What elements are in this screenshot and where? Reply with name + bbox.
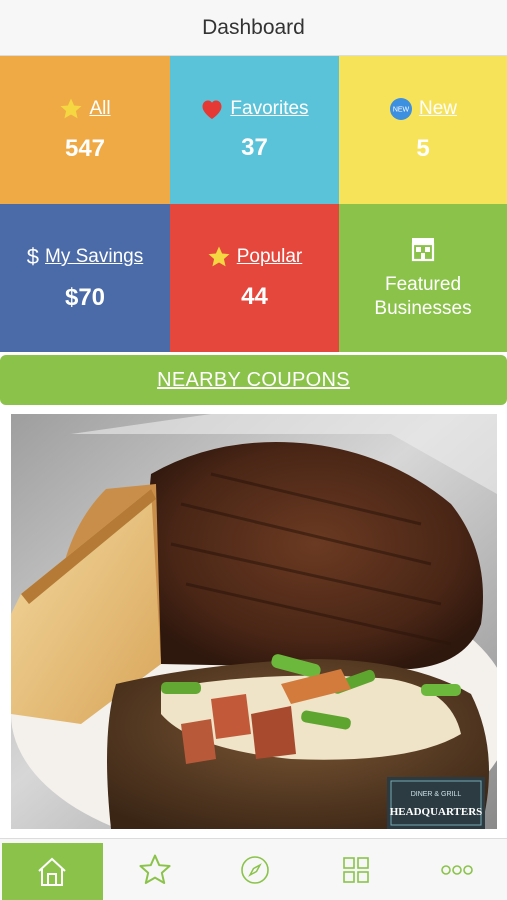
compass-icon	[241, 855, 270, 884]
tile-favorites[interactable]: Favorites 37	[170, 56, 339, 204]
tab-more[interactable]	[406, 839, 507, 900]
tab-explore[interactable]	[205, 839, 306, 900]
featured-food-photo[interactable]: DINER & GRILL HEADQUARTERS	[11, 414, 497, 829]
tile-popular-label[interactable]: Popular	[237, 246, 303, 268]
tile-my-savings-label[interactable]: My Savings	[45, 246, 143, 268]
tile-all-label[interactable]: All	[89, 98, 110, 120]
svg-text:NEW: NEW	[393, 107, 410, 114]
more-dots-icon	[440, 864, 473, 875]
header-bar: Dashboard	[0, 0, 507, 56]
star-outline-icon	[139, 854, 171, 884]
tile-my-savings[interactable]: $ My Savings $70	[0, 204, 170, 352]
restaurant-logo: DINER & GRILL HEADQUARTERS	[387, 777, 485, 829]
tile-popular[interactable]: Popular 44	[170, 204, 339, 352]
nearby-coupons-label: NEARBY COUPONS	[157, 368, 350, 391]
star-icon	[208, 246, 230, 267]
tile-popular-count: 44	[241, 283, 268, 310]
tile-featured-label-line1: Featured	[384, 274, 462, 295]
tile-new-label[interactable]: New	[419, 98, 457, 120]
star-icon	[60, 98, 82, 119]
tile-all-count: 547	[64, 135, 106, 162]
tab-categories[interactable]	[306, 839, 407, 900]
tile-new[interactable]: NEW New 5	[339, 56, 507, 204]
heart-icon	[202, 100, 222, 119]
grid-icon	[343, 856, 369, 883]
tile-favorites-count: 37	[241, 134, 268, 161]
storefront-icon	[411, 238, 435, 262]
bottom-tab-bar	[0, 838, 507, 900]
tab-favorites[interactable]	[105, 839, 206, 900]
svg-text:DINER & GRILL: DINER & GRILL	[411, 791, 462, 798]
dollar-icon: $	[26, 244, 40, 269]
tile-my-savings-count: $70	[64, 284, 106, 311]
home-icon	[38, 857, 66, 886]
tile-featured-label-line2: Businesses	[374, 298, 472, 319]
tile-featured-businesses[interactable]: Featured Businesses	[339, 204, 507, 352]
page-title: Dashboard	[202, 15, 305, 39]
tab-home[interactable]	[2, 843, 103, 900]
steak-dinner-image: DINER & GRILL HEADQUARTERS	[11, 414, 497, 829]
new-badge-icon: NEW	[389, 98, 412, 120]
nearby-coupons-button[interactable]: NEARBY COUPONS	[0, 355, 507, 405]
tile-new-count: 5	[416, 135, 430, 162]
tile-favorites-label[interactable]: Favorites	[230, 98, 308, 120]
tile-all[interactable]: All 547	[0, 56, 170, 204]
dashboard-tiles: All 547 Favorites 37 NEW New 5 $ My Savi…	[0, 56, 507, 352]
svg-text:HEADQUARTERS: HEADQUARTERS	[390, 806, 483, 818]
